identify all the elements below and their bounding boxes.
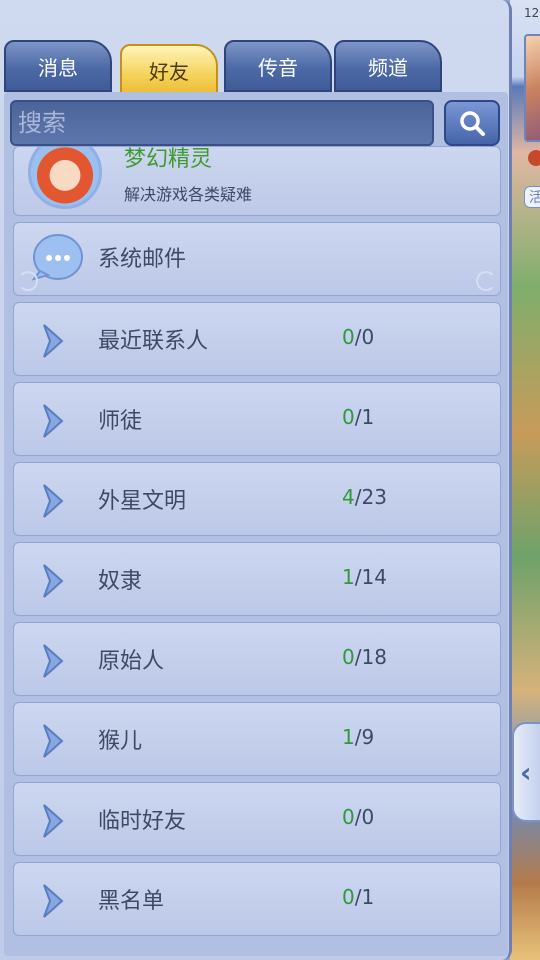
total-count: /0: [354, 325, 375, 349]
corner-swirl: [18, 271, 38, 291]
tab-voice[interactable]: 传音: [224, 40, 332, 92]
group-count: 4/23: [342, 485, 387, 509]
helper-description: 解决游戏各类疑难: [124, 185, 253, 204]
tab-messages[interactable]: 消息: [4, 40, 112, 92]
group-label: 奴隶: [98, 569, 143, 594]
system-mail-label: 系统邮件: [98, 247, 187, 272]
group-row-monkey[interactable]: 猴儿 1/9: [13, 702, 501, 776]
chevron-right-icon: [43, 884, 64, 918]
tab-channel[interactable]: 频道: [334, 40, 442, 92]
total-count: /1: [354, 405, 375, 429]
group-label: 猴儿: [98, 729, 143, 754]
chat-bubble-icon: [31, 234, 83, 281]
online-count: 0: [342, 885, 355, 909]
search-button[interactable]: [444, 100, 500, 146]
total-count: /1: [354, 885, 375, 909]
chevron-right-icon: [43, 644, 64, 678]
clock-text: 12: [524, 6, 540, 20]
scene-portrait[interactable]: [524, 34, 540, 142]
system-mail-row[interactable]: 系统邮件: [13, 222, 501, 296]
search-icon: [460, 111, 485, 136]
total-count: /23: [354, 485, 387, 509]
group-row-blacklist[interactable]: 黑名单 0/1: [13, 862, 501, 936]
chevron-right-icon: [43, 564, 64, 598]
online-count: 0: [342, 645, 355, 669]
chevron-right-icon: [43, 324, 64, 358]
group-count: 0/0: [342, 325, 374, 349]
group-row-recent[interactable]: 最近联系人 0/0: [13, 302, 501, 376]
helper-name: 梦幻精灵: [124, 147, 213, 172]
online-count: 1: [342, 725, 355, 749]
online-count: 4: [342, 485, 355, 509]
total-count: /9: [354, 725, 375, 749]
chevron-right-icon: [43, 484, 64, 518]
chevron-right-icon: [43, 804, 64, 838]
group-count: 0/18: [342, 645, 387, 669]
group-row-alien[interactable]: 外星文明 4/23: [13, 462, 501, 536]
group-label: 黑名单: [98, 889, 165, 914]
friends-panel: 消息 好友 传音 频道 梦幻精灵 解决游戏各类疑难 搜索 系统邮件 最近联系人 …: [0, 0, 512, 960]
chevron-right-icon: [43, 404, 64, 438]
online-count: 0: [342, 805, 355, 829]
group-count: 1/14: [342, 565, 387, 589]
scene-button[interactable]: 活: [524, 186, 540, 208]
group-label: 外星文明: [98, 489, 187, 514]
group-count: 0/0: [342, 805, 374, 829]
collapse-panel-button[interactable]: ‹: [512, 722, 540, 822]
helper-row[interactable]: 梦幻精灵 解决游戏各类疑难: [13, 146, 501, 216]
group-row-slave[interactable]: 奴隶 1/14: [13, 542, 501, 616]
search-input[interactable]: 搜索: [10, 100, 434, 146]
group-row-temporary[interactable]: 临时好友 0/0: [13, 782, 501, 856]
group-label: 最近联系人: [98, 329, 209, 354]
chevron-left-icon: ‹: [520, 756, 532, 789]
group-row-primitive[interactable]: 原始人 0/18: [13, 622, 501, 696]
scene-icon[interactable]: [528, 150, 540, 166]
tab-friends[interactable]: 好友: [120, 44, 218, 96]
group-count: 1/9: [342, 725, 374, 749]
helper-avatar: [28, 147, 102, 209]
online-count: 1: [342, 565, 355, 589]
total-count: /0: [354, 805, 375, 829]
group-label: 原始人: [98, 649, 165, 674]
total-count: /14: [354, 565, 387, 589]
online-count: 0: [342, 405, 355, 429]
group-label: 师徒: [98, 409, 143, 434]
chevron-right-icon: [43, 724, 64, 758]
group-count: 0/1: [342, 405, 374, 429]
group-label: 临时好友: [98, 809, 187, 834]
online-count: 0: [342, 325, 355, 349]
group-count: 0/1: [342, 885, 374, 909]
group-row-mentor[interactable]: 师徒 0/1: [13, 382, 501, 456]
corner-swirl: [476, 271, 496, 291]
total-count: /18: [354, 645, 387, 669]
